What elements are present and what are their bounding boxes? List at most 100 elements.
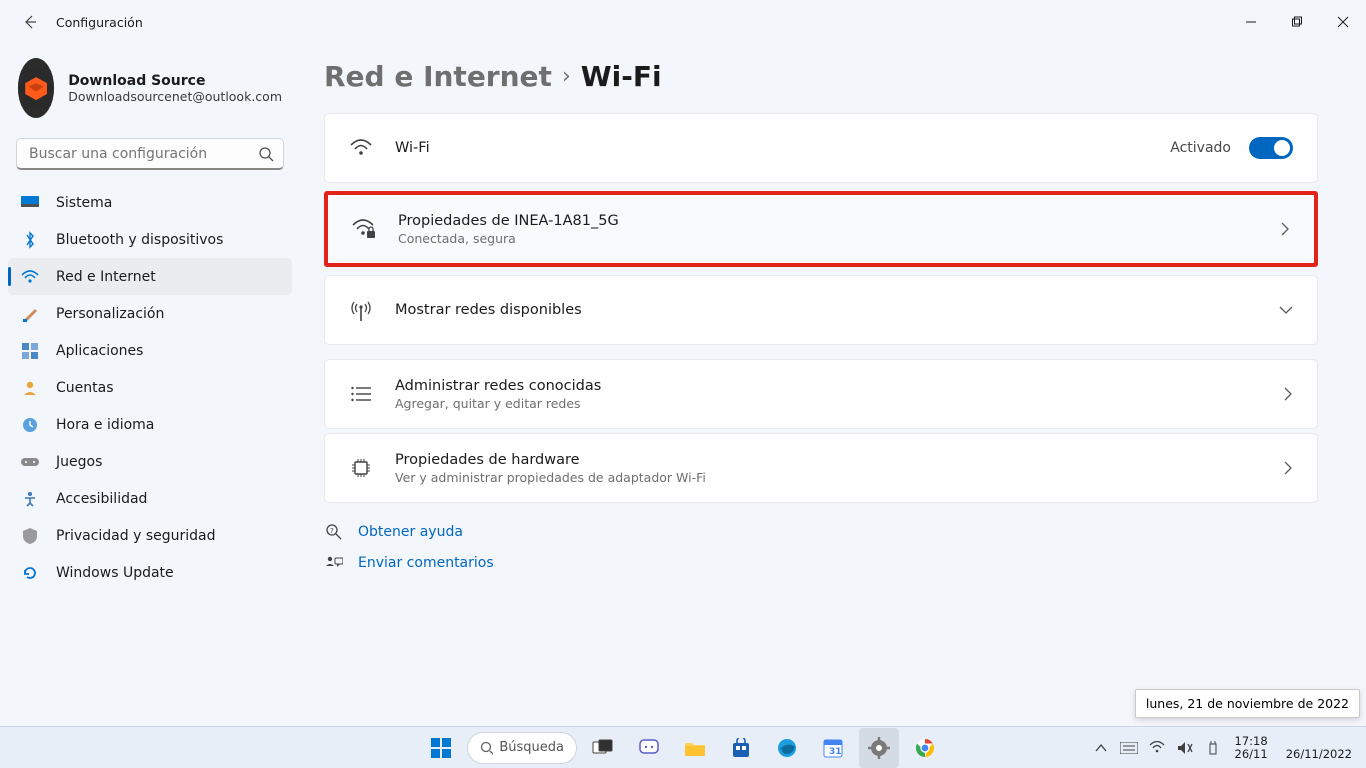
wifi-toggle-row[interactable]: Wi-Fi Activado [325,114,1317,182]
chevron-right-icon [1283,461,1293,475]
task-view-button[interactable] [583,728,623,768]
update-icon [20,563,40,583]
sidebar-item-juegos[interactable]: Juegos [8,443,292,480]
sidebar-item-aplicaciones[interactable]: Aplicaciones [8,332,292,369]
row-subtitle: Ver y administrar propiedades de adaptad… [395,470,1283,485]
date-tooltip: lunes, 21 de noviembre de 2022 [1135,689,1360,718]
tray-wifi-icon[interactable] [1145,732,1169,764]
tray-keyboard-icon[interactable] [1117,732,1141,764]
help-icon: ? [324,523,344,541]
start-button[interactable] [421,728,461,768]
toggle-state-label: Activado [1170,140,1231,156]
breadcrumb: Red e Internet › Wi-Fi [324,60,1318,93]
sidebar-item-label: Windows Update [56,565,174,581]
sidebar-item-personalizacion[interactable]: Personalización [8,295,292,332]
list-icon [349,382,373,406]
page-title: Wi-Fi [581,60,662,93]
close-button[interactable] [1320,0,1366,44]
wifi-toggle-card: Wi-Fi Activado [324,113,1318,183]
sidebar-item-cuentas[interactable]: Cuentas [8,369,292,406]
sidebar-item-label: Juegos [56,454,102,470]
maximize-button[interactable] [1274,0,1320,44]
chip-icon [349,456,373,480]
sidebar-item-label: Accesibilidad [56,491,147,507]
highlight-annotation: Propiedades de INEA-1A81_5G Conectada, s… [324,191,1318,267]
profile-name: Download Source [68,73,282,89]
sidebar-item-label: Bluetooth y dispositivos [56,232,223,248]
sidebar-item-label: Privacidad y seguridad [56,528,216,544]
edge-button[interactable] [767,728,807,768]
hardware-props-row[interactable]: Propiedades de hardware Ver y administra… [325,434,1317,502]
sidebar-item-privacidad[interactable]: Privacidad y seguridad [8,517,292,554]
svg-text:?: ? [330,527,334,535]
feedback-icon [324,555,344,571]
chevron-right-icon [1283,387,1293,401]
chrome-button[interactable] [905,728,945,768]
gamepad-icon [20,452,40,472]
chevron-down-icon [1279,305,1293,315]
wifi-icon [349,136,373,160]
clock-icon [20,415,40,435]
profile-block[interactable]: Download Source Downloadsourcenet@outloo… [0,52,300,138]
tray-power-icon[interactable] [1201,732,1225,764]
sidebar-item-label: Hora e idioma [56,417,154,433]
sidebar-item-sistema[interactable]: Sistema [8,184,292,221]
row-subtitle: Agregar, quitar y editar redes [395,396,1283,411]
breadcrumb-parent[interactable]: Red e Internet [324,60,552,93]
tray-volume-icon[interactable] [1173,732,1197,764]
sidebar-item-red[interactable]: Red e Internet [8,258,292,295]
search-input[interactable] [16,138,284,170]
explorer-button[interactable] [675,728,715,768]
row-title: Propiedades de INEA-1A81_5G [398,213,1280,229]
get-help-link[interactable]: ? Obtener ayuda [324,523,1318,541]
system-icon [20,193,40,213]
store-button[interactable] [721,728,761,768]
taskbar: Búsqueda 31 17:18 26/11 . 26/11/2022 [0,726,1366,768]
sidebar-item-accesibilidad[interactable]: Accesibilidad [8,480,292,517]
row-title: Propiedades de hardware [395,452,1283,468]
sidebar-item-bluetooth[interactable]: Bluetooth y dispositivos [8,221,292,258]
window-title: Configuración [56,15,143,30]
tray-clock[interactable]: 17:18 26/11 [1229,735,1274,761]
network-properties-row[interactable]: Propiedades de INEA-1A81_5G Conectada, s… [328,195,1314,263]
minimize-button[interactable] [1228,0,1274,44]
settings-app-button[interactable] [859,728,899,768]
chat-button[interactable] [629,728,669,768]
sidebar-item-label: Sistema [56,195,112,211]
profile-email: Downloadsourcenet@outlook.com [68,89,282,104]
row-title: Mostrar redes disponibles [395,302,1279,318]
row-title: Wi-Fi [395,140,1170,156]
calendar-button[interactable]: 31 [813,728,853,768]
tray-date: 26/11 [1235,748,1268,761]
back-button[interactable] [14,6,46,38]
sidebar-item-label: Cuentas [56,380,114,396]
search-label: Búsqueda [499,740,564,755]
person-icon [20,378,40,398]
shield-icon [20,526,40,546]
search-icon[interactable] [254,142,278,166]
chevron-right-icon [1280,222,1290,236]
sidebar-item-label: Personalización [56,306,164,322]
row-subtitle: Conectada, segura [398,231,1280,246]
tray-date2: 26/11/2022 [1286,748,1352,761]
bluetooth-icon [20,230,40,250]
row-title: Administrar redes conocidas [395,378,1283,394]
known-networks-row[interactable]: Administrar redes conocidas Agregar, qui… [325,360,1317,428]
apps-icon [20,341,40,361]
sidebar-item-windows-update[interactable]: Windows Update [8,554,292,591]
chevron-right-icon: › [562,64,571,89]
tray-date-full[interactable]: . 26/11/2022 [1280,735,1358,761]
wifi-toggle[interactable] [1249,137,1293,159]
taskbar-search[interactable]: Búsqueda [467,732,577,764]
brush-icon [20,304,40,324]
show-networks-row[interactable]: Mostrar redes disponibles [325,276,1317,344]
wifi-secure-icon [352,217,376,241]
sidebar-item-hora[interactable]: Hora e idioma [8,406,292,443]
tray-time: 17:18 [1235,735,1268,748]
hardware-props-card: Propiedades de hardware Ver y administra… [324,433,1318,503]
feedback-link[interactable]: Enviar comentarios [324,555,1318,571]
tray-overflow-button[interactable] [1089,732,1113,764]
avatar [18,58,54,118]
show-networks-card: Mostrar redes disponibles [324,275,1318,345]
link-label: Obtener ayuda [358,524,463,540]
